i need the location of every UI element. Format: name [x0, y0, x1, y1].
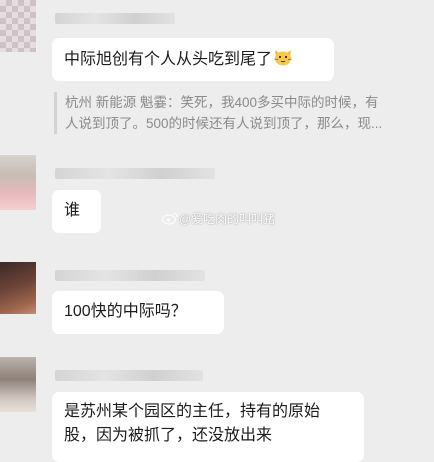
sender-name-blurred: [55, 13, 175, 24]
message-text: 谁: [64, 202, 81, 219]
avatar[interactable]: [0, 0, 36, 52]
cat-face-emoji-icon: [273, 47, 293, 67]
message-bubble[interactable]: 100快的中际吗？: [52, 291, 224, 334]
avatar[interactable]: [0, 262, 36, 314]
avatar[interactable]: [0, 357, 36, 412]
message-bubble[interactable]: 中际旭创有个人从头吃到尾了: [52, 38, 334, 81]
sender-name-blurred: [55, 370, 203, 381]
quote-line-1: 杭州 新能源 魁霎：笑死，我400多买中际的时候，有: [65, 95, 379, 110]
message-bubble[interactable]: 谁: [52, 190, 101, 233]
sender-name-blurred: [55, 270, 205, 281]
weibo-icon: [161, 211, 179, 225]
quoted-reply[interactable]: 杭州 新能源 魁霎：笑死，我400多买中际的时候，有 人说到顶了。500的时候还…: [54, 92, 434, 134]
watermark: @爱吃肉的叫叫猪: [161, 210, 275, 227]
message-text: 中际旭创有个人从头吃到尾了: [64, 51, 273, 68]
message-text: 100快的中际吗？: [64, 303, 187, 320]
watermark-text: @爱吃肉的叫叫猪: [179, 212, 276, 226]
quote-line-2: 人说到顶了。500的时候还有人说到顶了，那么，现...: [65, 116, 383, 131]
avatar[interactable]: [0, 155, 36, 210]
message-text-line-1: 是苏州某个园区的主任，持有的原始: [64, 403, 321, 420]
message-text-line-2: 股，因为被抓了，还没放出来: [64, 427, 273, 444]
message-bubble[interactable]: 是苏州某个园区的主任，持有的原始 股，因为被抓了，还没放出来: [52, 392, 364, 462]
sender-name-blurred: [55, 168, 215, 179]
